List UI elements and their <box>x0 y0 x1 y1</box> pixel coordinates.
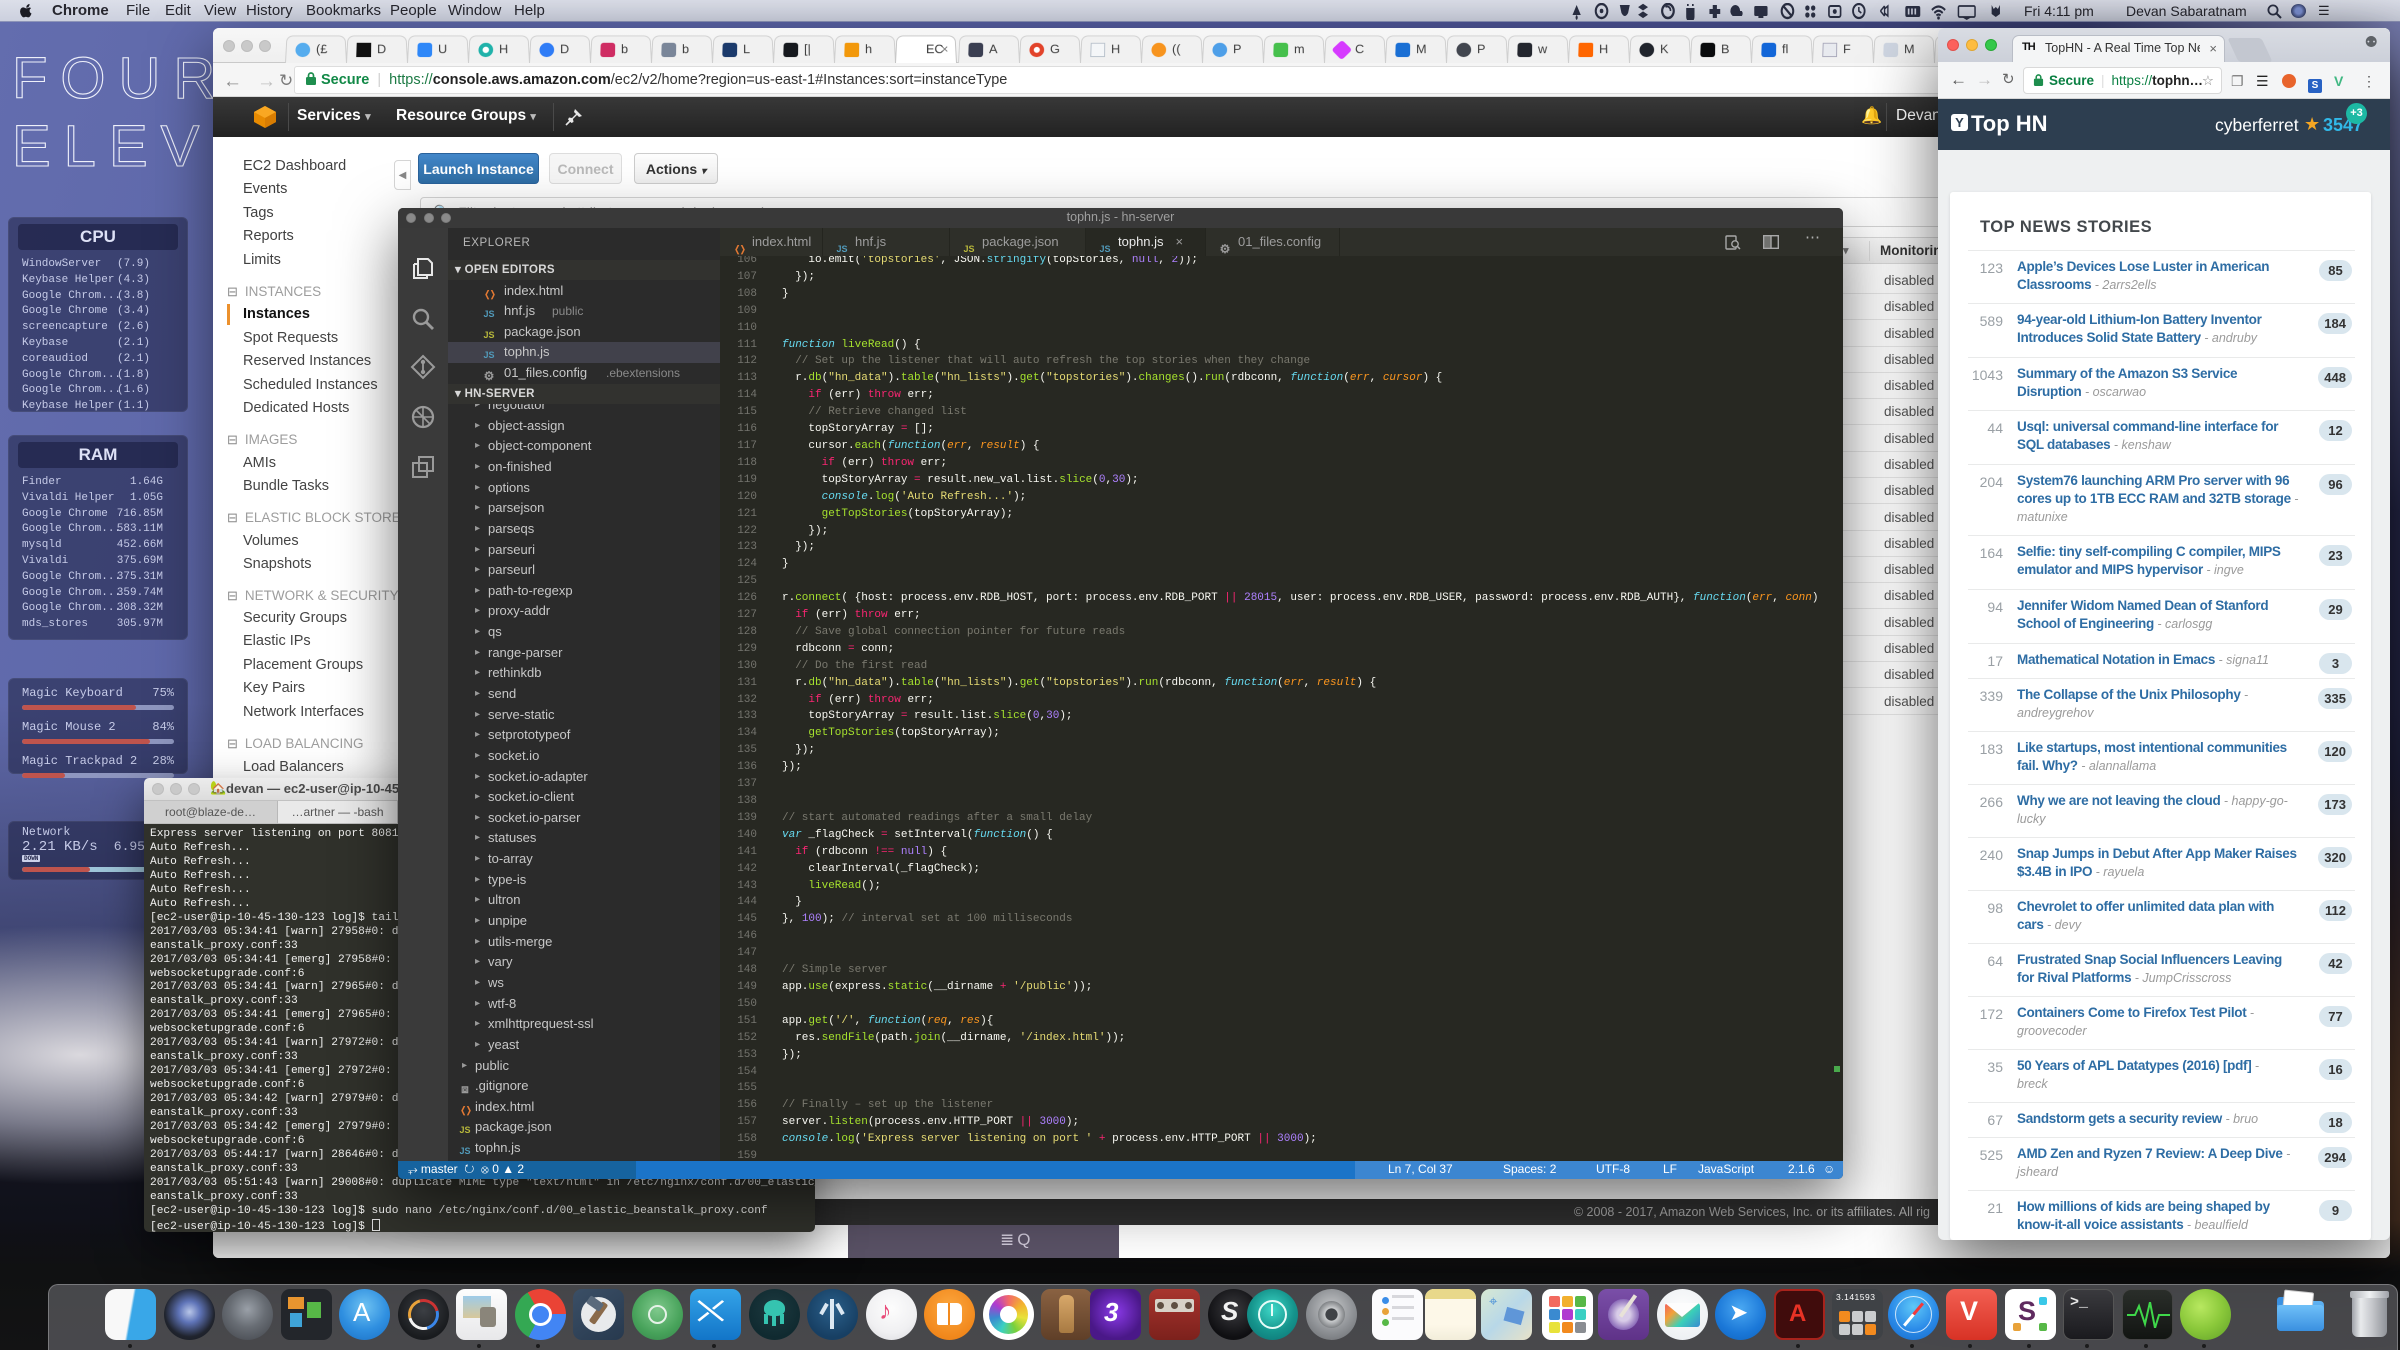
svg-text:FOUR: FOUR <box>12 46 228 111</box>
